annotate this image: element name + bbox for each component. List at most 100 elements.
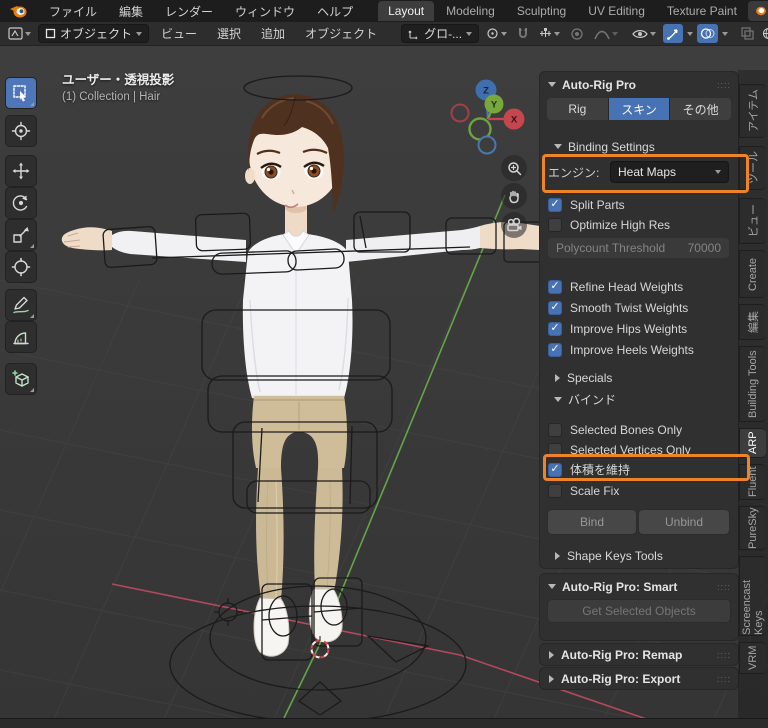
engine-value: Heat Maps — [618, 165, 677, 179]
checkbox-improve-heels-weights[interactable]: Improve Heels Weights — [548, 341, 694, 358]
menu-help[interactable]: ヘルプ — [306, 1, 364, 22]
tool-scale[interactable] — [6, 220, 36, 250]
tool-cursor[interactable] — [6, 116, 36, 146]
workspace-tab-uv-editing[interactable]: UV Editing — [578, 1, 655, 21]
sidebar-tab-vrm[interactable]: VRM — [739, 642, 766, 674]
polycount-threshold-slider[interactable]: Polycount Threshold 70000 — [548, 238, 729, 258]
sidebar-tab-edit[interactable]: 編集 — [739, 304, 766, 340]
checkbox-icon[interactable] — [548, 462, 562, 477]
snap-target-dropdown[interactable] — [536, 24, 563, 43]
panel-header-arp-remap[interactable]: Auto-Rig Pro: Remap :::: — [540, 646, 738, 663]
checkbox-optimize-high-res[interactable]: Optimize High Res — [548, 216, 670, 233]
panel-drag-handle[interactable]: :::: — [717, 674, 731, 684]
subpanel-shape-keys-tools[interactable]: Shape Keys Tools — [540, 547, 738, 564]
subpanel-title: Shape Keys Tools — [567, 548, 663, 563]
shading-wireframe-button[interactable] — [761, 24, 768, 43]
checkbox-icon[interactable] — [548, 422, 562, 437]
mode-selector[interactable]: オブジェクト — [38, 24, 150, 43]
checkbox-icon[interactable] — [548, 300, 562, 315]
menu-window[interactable]: ウィンドウ — [224, 1, 306, 22]
menu-file[interactable]: ファイル — [38, 1, 108, 22]
show-gizmos-toggle[interactable] — [663, 24, 684, 43]
camera-view-button[interactable] — [501, 212, 527, 238]
panel-drag-handle[interactable]: :::: — [717, 80, 731, 90]
arp-tab-rig[interactable]: Rig — [547, 98, 608, 120]
tool-measure[interactable] — [6, 322, 36, 352]
tool-select-box[interactable] — [6, 78, 36, 108]
workspace-tab-sculpting[interactable]: Sculpting — [507, 1, 576, 21]
axis-neg-z-ball[interactable] — [477, 135, 497, 155]
object-type-visibility-dropdown[interactable] — [629, 24, 659, 43]
tool-annotate[interactable] — [6, 290, 36, 320]
menu-edit[interactable]: 編集 — [108, 1, 154, 22]
toggle-xray-button[interactable] — [738, 24, 757, 43]
panel-drag-handle[interactable]: :::: — [717, 650, 731, 660]
checkbox-icon[interactable] — [548, 342, 562, 357]
arp-tab-skin[interactable]: スキン — [608, 98, 670, 120]
sidebar-tab-screencast-keys[interactable]: Screencast Keys — [739, 556, 766, 636]
subpanel-bind[interactable]: バインド — [540, 391, 738, 408]
checkbox-icon[interactable] — [548, 197, 562, 212]
tool-transform[interactable] — [6, 252, 36, 282]
pan-button[interactable] — [501, 183, 527, 209]
axis-y-ball[interactable]: Y — [484, 94, 504, 114]
get-selected-objects-button[interactable]: Get Selected Objects — [548, 600, 730, 622]
subpanel-specials[interactable]: Specials — [540, 369, 738, 386]
panel-header-auto-rig-pro[interactable]: Auto-Rig Pro :::: — [540, 76, 738, 93]
panel-drag-handle[interactable]: :::: — [717, 582, 731, 592]
sidebar-tab-view[interactable]: ビュー — [739, 198, 766, 244]
checkbox-smooth-twist-weights[interactable]: Smooth Twist Weights — [548, 299, 688, 316]
navigation-gizmo[interactable]: Z Y X — [446, 76, 534, 168]
axis-neg-x-ball[interactable] — [450, 103, 470, 123]
tool-rotate[interactable] — [6, 188, 36, 218]
checkbox-split-parts[interactable]: Split Parts — [548, 196, 625, 213]
checkbox-icon[interactable] — [548, 442, 562, 457]
subpanel-binding-settings[interactable]: Binding Settings — [540, 138, 738, 155]
snap-toggle[interactable] — [514, 24, 532, 43]
checkbox-preserve-volume[interactable]: 体積を維持 — [548, 461, 630, 478]
chevron-down-icon[interactable] — [722, 31, 729, 36]
blender-logo-icon[interactable] — [8, 3, 28, 19]
sidebar-tab-fluent[interactable]: Fluent — [739, 464, 766, 500]
checkbox-icon[interactable] — [548, 217, 562, 232]
tool-move[interactable] — [6, 156, 36, 186]
editor-type-button[interactable] — [5, 24, 34, 43]
sidebar-tab-create[interactable]: Create — [739, 250, 766, 298]
menu-render[interactable]: レンダー — [154, 1, 224, 22]
engine-dropdown[interactable]: Heat Maps — [610, 161, 729, 183]
checkbox-selected-bones-only[interactable]: Selected Bones Only — [548, 421, 682, 438]
menu-add[interactable]: 追加 — [253, 23, 293, 44]
checkbox-selected-vertices-only[interactable]: Selected Vertices Only — [548, 441, 691, 458]
menu-select[interactable]: 選択 — [209, 23, 249, 44]
sidebar-tab-puresky[interactable]: PureSky — [739, 506, 766, 550]
zoom-button[interactable] — [501, 155, 527, 181]
checkbox-scale-fix[interactable]: Scale Fix — [548, 482, 619, 499]
menu-view[interactable]: ビュー — [153, 23, 205, 44]
checkbox-refine-head-weights[interactable]: Refine Head Weights — [548, 278, 683, 295]
checkbox-icon[interactable] — [548, 483, 562, 498]
tool-add-cube[interactable] — [6, 364, 36, 394]
checkbox-icon[interactable] — [548, 279, 562, 294]
falloff-curve-dropdown[interactable] — [591, 24, 621, 43]
panel-header-arp-smart[interactable]: Auto-Rig Pro: Smart :::: — [540, 578, 738, 595]
sidebar-tab-item[interactable]: アイテム — [739, 84, 766, 138]
chevron-down-icon[interactable] — [687, 31, 694, 36]
panel-header-arp-export[interactable]: Auto-Rig Pro: Export :::: — [540, 670, 738, 687]
workspace-tab-modeling[interactable]: Modeling — [436, 1, 505, 21]
sidebar-tab-tool[interactable]: ツール — [739, 146, 766, 190]
sidebar-tab-arp[interactable]: ARP — [739, 428, 766, 458]
sidebar-tab-building-tools[interactable]: Building Tools — [739, 346, 766, 422]
show-overlays-toggle[interactable] — [697, 24, 719, 43]
proportional-editing-toggle[interactable] — [567, 24, 587, 43]
bind-button[interactable]: Bind — [548, 510, 636, 534]
checkbox-icon[interactable] — [548, 321, 562, 336]
unbind-button[interactable]: Unbind — [639, 510, 729, 534]
menu-object[interactable]: オブジェクト — [297, 23, 385, 44]
workspace-tab-texture-paint[interactable]: Texture Paint — [657, 1, 747, 21]
checkbox-improve-hips-weights[interactable]: Improve Hips Weights — [548, 320, 687, 337]
workspace-tab-layout[interactable]: Layout — [378, 1, 435, 21]
axis-x-ball[interactable]: X — [503, 108, 525, 130]
arp-tab-misc[interactable]: その他 — [670, 98, 731, 120]
pivot-point-dropdown[interactable] — [483, 24, 510, 43]
transform-orientation-dropdown[interactable]: グロ-... — [401, 24, 480, 43]
